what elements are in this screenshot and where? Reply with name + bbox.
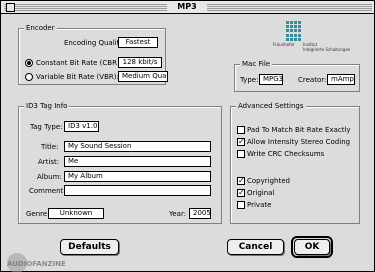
- tag-type-label: Tag Type:: [30, 123, 63, 131]
- private-label: Private: [247, 201, 272, 209]
- artist-input[interactable]: Me: [64, 156, 211, 167]
- cbr-value-popup[interactable]: 128 kbit/s: [118, 57, 162, 68]
- album-label: Album:: [37, 173, 62, 181]
- window-title: MP3: [167, 2, 207, 11]
- cbr-label: Constant Bit Rate (CBR):: [36, 59, 123, 67]
- original-label: Original: [247, 189, 275, 197]
- tag-type-popup[interactable]: ID3 v1.0: [64, 121, 99, 132]
- watermark-text: AUDIOFANZINE: [7, 260, 66, 268]
- creator-label: Creator:: [298, 76, 327, 84]
- type-field[interactable]: MPG3: [259, 74, 283, 85]
- mac-file-group-label: Mac File: [240, 60, 273, 68]
- copyrighted-label: Copyrighted: [247, 177, 290, 185]
- audiofanzine-watermark-logo: AUDIOFANZINE: [7, 253, 66, 272]
- advanced-group-label: Advanced Settings: [236, 102, 306, 110]
- crc-checkbox[interactable]: [237, 150, 245, 158]
- creator-field[interactable]: mAmp: [327, 74, 355, 85]
- encoder-group-label: Encoder: [24, 24, 57, 32]
- cbr-radio[interactable]: [25, 59, 33, 67]
- vbr-value-popup[interactable]: Medium Quality: [118, 71, 168, 82]
- id3-group-label: ID3 Tag Info: [24, 102, 70, 110]
- intensity-label: Allow Intensity Stereo Coding: [247, 138, 351, 146]
- encoding-quality-popup[interactable]: Fastest: [118, 37, 158, 48]
- cancel-button[interactable]: Cancel: [227, 239, 284, 255]
- pad-checkbox[interactable]: [237, 126, 245, 134]
- type-label: Type:: [240, 76, 259, 84]
- vbr-radio[interactable]: [25, 73, 33, 81]
- comment-label: Comment:: [29, 187, 66, 195]
- copyrighted-checkbox[interactable]: ✓: [237, 177, 245, 185]
- comment-input[interactable]: [64, 185, 211, 196]
- original-checkbox[interactable]: ✓: [237, 189, 245, 197]
- pad-label: Pad To Match Bit Rate Exactly: [247, 126, 351, 134]
- year-input[interactable]: 2005: [189, 208, 211, 219]
- vbr-label: Variable Bit Rate (VBR):: [36, 73, 119, 81]
- fraunhofer-logo-icon: [286, 21, 302, 41]
- title-label: Title:: [41, 143, 59, 151]
- encoding-quality-label: Encoding Quality:: [64, 39, 126, 47]
- close-box[interactable]: [6, 3, 15, 12]
- intensity-checkbox[interactable]: ✓: [237, 138, 245, 146]
- genre-popup[interactable]: Unknown: [48, 208, 104, 219]
- private-checkbox[interactable]: [237, 201, 245, 209]
- logo-text-fraunhofer: Fraunhofer: [273, 42, 295, 47]
- logo-text-subtitle: Integrierte Schaltungen: [303, 47, 351, 52]
- crc-label: Write CRC Checksums: [247, 150, 325, 158]
- album-input[interactable]: My Album: [64, 171, 211, 182]
- artist-label: Artist:: [38, 158, 60, 166]
- genre-label: Genre:: [26, 210, 50, 218]
- ok-button[interactable]: OK: [294, 239, 330, 255]
- mp3-settings-dialog: MP3 Encoder Encoding Quality: Fastest Co…: [0, 0, 375, 272]
- title-bar[interactable]: MP3: [1, 1, 374, 14]
- year-label: Year:: [169, 210, 187, 218]
- title-input[interactable]: My Sound Session: [64, 141, 211, 152]
